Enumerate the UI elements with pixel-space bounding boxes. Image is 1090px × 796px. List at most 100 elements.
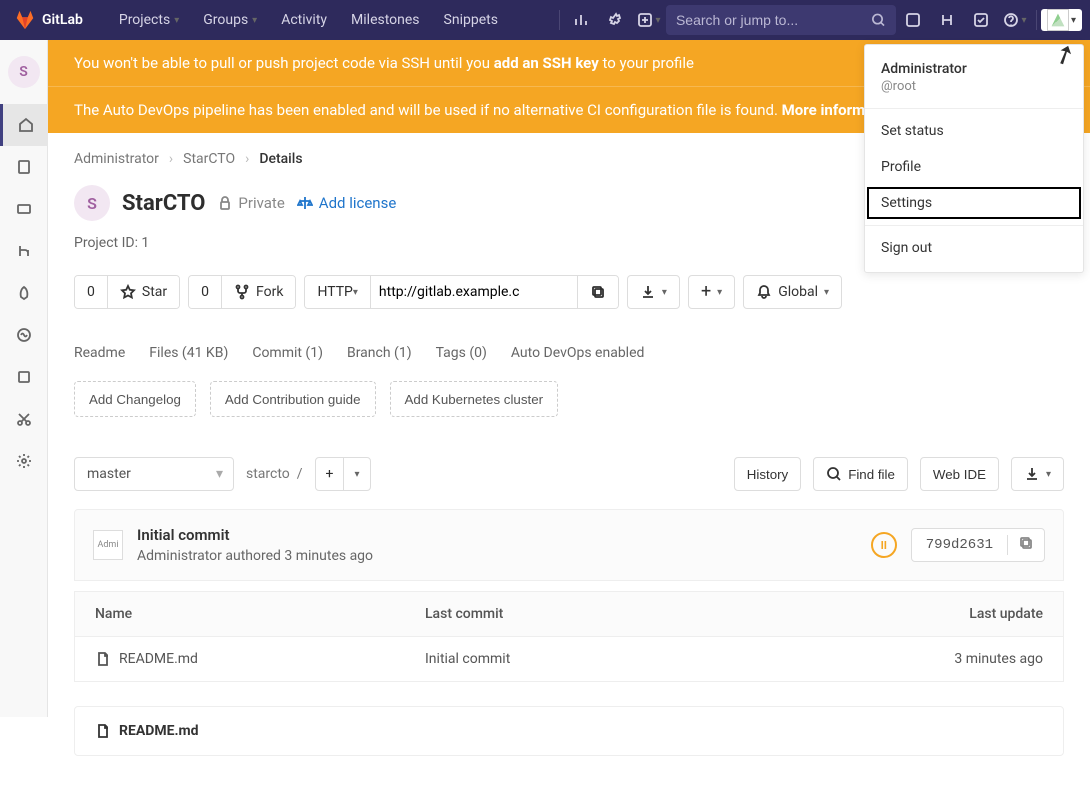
notification-button[interactable]: Global ▾ bbox=[743, 275, 842, 309]
branch-select[interactable]: master▾ bbox=[74, 457, 234, 491]
rail-registry[interactable] bbox=[0, 356, 48, 398]
nav-milestones[interactable]: Milestones bbox=[339, 0, 432, 40]
col-last-commit: Last commit bbox=[425, 606, 883, 622]
star-count: 0 bbox=[75, 276, 107, 308]
user-dropdown-menu: Administrator @root Set status Profile S… bbox=[864, 44, 1084, 273]
repo-crumb[interactable]: starcto / bbox=[246, 466, 303, 482]
readme-title: README.md bbox=[119, 723, 199, 739]
top-navbar: GitLab Projects ▾ Groups ▾ Activity Mile… bbox=[0, 0, 1090, 40]
copy-sha-button[interactable] bbox=[1007, 535, 1044, 555]
user-avatar-button[interactable]: ▾ bbox=[1041, 9, 1082, 31]
add-license-link[interactable]: Add license bbox=[297, 194, 397, 212]
project-avatar-rail[interactable]: S bbox=[8, 56, 40, 88]
nav-snippets[interactable]: Snippets bbox=[432, 0, 510, 40]
merge-icon bbox=[16, 243, 32, 259]
add-kubernetes-button[interactable]: Add Kubernetes cluster bbox=[390, 381, 559, 417]
star-group: 0 Star bbox=[74, 275, 180, 309]
clone-group: HTTP ▾ bbox=[304, 275, 618, 309]
download-button[interactable]: ▾ bbox=[627, 275, 680, 309]
commit-author-line: Administrator authored 3 minutes ago bbox=[137, 548, 373, 564]
package-icon bbox=[16, 369, 32, 385]
project-meta: Readme Files (41 KB) Commit (1) Branch (… bbox=[74, 345, 1064, 361]
file-icon bbox=[95, 723, 111, 739]
fork-button[interactable]: Fork bbox=[221, 276, 295, 308]
gitlab-logo[interactable]: GitLab bbox=[14, 9, 83, 31]
rail-home[interactable] bbox=[0, 104, 48, 146]
ops-icon bbox=[16, 327, 32, 343]
nav-help-icon[interactable]: ▾ bbox=[998, 0, 1032, 40]
search-icon bbox=[871, 12, 886, 28]
breadcrumb-current: Details bbox=[259, 151, 302, 167]
commit-sha[interactable]: 799d2631 bbox=[912, 537, 1007, 553]
fork-count: 0 bbox=[189, 276, 221, 308]
rail-repo[interactable] bbox=[0, 146, 48, 188]
rail-settings[interactable] bbox=[0, 440, 48, 482]
brand-text: GitLab bbox=[42, 12, 83, 28]
meta-commit[interactable]: Commit (1) bbox=[252, 345, 323, 361]
search-box[interactable] bbox=[666, 5, 896, 35]
menu-profile[interactable]: Profile bbox=[865, 149, 1083, 185]
add-button[interactable]: + ▾ bbox=[688, 275, 735, 309]
menu-set-status[interactable]: Set status bbox=[865, 113, 1083, 149]
file-last-commit: Initial commit bbox=[425, 651, 883, 667]
home-icon bbox=[18, 117, 34, 133]
col-last-update: Last update bbox=[883, 606, 1043, 622]
menu-sign-out[interactable]: Sign out bbox=[865, 230, 1083, 266]
menu-settings[interactable]: Settings bbox=[865, 185, 1083, 221]
web-ide-button[interactable]: Web IDE bbox=[920, 457, 999, 491]
breadcrumb-admin[interactable]: Administrator bbox=[74, 151, 159, 167]
file-name: README.md bbox=[119, 651, 198, 667]
commit-author-avatar: Admi bbox=[93, 530, 123, 560]
breadcrumb-project[interactable]: StarCTO bbox=[183, 151, 235, 167]
readme-preview: README.md bbox=[74, 706, 1064, 756]
history-button[interactable]: History bbox=[734, 457, 801, 491]
search-input[interactable] bbox=[676, 12, 871, 28]
meta-tags[interactable]: Tags (0) bbox=[436, 345, 487, 361]
commit-title[interactable]: Initial commit bbox=[137, 526, 373, 544]
file-table: Name Last commit Last update README.md I… bbox=[74, 591, 1064, 682]
meta-devops[interactable]: Auto DevOps enabled bbox=[511, 345, 645, 361]
copy-url-button[interactable] bbox=[577, 276, 618, 308]
meta-branch[interactable]: Branch (1) bbox=[347, 345, 412, 361]
clone-url-input[interactable] bbox=[379, 276, 569, 308]
scissors-icon bbox=[16, 411, 32, 427]
add-ssh-key-link[interactable]: add an SSH key bbox=[494, 54, 599, 72]
nav-projects[interactable]: Projects ▾ bbox=[107, 0, 191, 40]
nav-issues-icon[interactable] bbox=[896, 0, 930, 40]
repo-add-caret[interactable]: ▾ bbox=[344, 458, 369, 490]
add-contribution-button[interactable]: Add Contribution guide bbox=[210, 381, 376, 417]
rail-ops[interactable] bbox=[0, 314, 48, 356]
rail-issues[interactable] bbox=[0, 188, 48, 230]
find-file-button[interactable]: Find file bbox=[813, 457, 908, 491]
user-username: @root bbox=[881, 79, 1067, 94]
issues-icon bbox=[16, 201, 32, 217]
nav-plus-icon[interactable]: ▾ bbox=[632, 0, 666, 40]
meta-files[interactable]: Files (41 KB) bbox=[149, 345, 228, 361]
commit-sha-box: 799d2631 bbox=[911, 528, 1045, 562]
fork-icon bbox=[234, 284, 250, 300]
file-icon bbox=[95, 651, 111, 667]
file-last-update: 3 minutes ago bbox=[883, 651, 1043, 667]
star-icon bbox=[120, 284, 136, 300]
project-actions: 0 Star 0 Fork HTTP ▾ ▾ + ▾ bbox=[74, 275, 1064, 309]
repo-add-button[interactable]: + bbox=[316, 458, 345, 490]
col-name: Name bbox=[95, 606, 425, 622]
visibility-badge: Private bbox=[217, 194, 284, 212]
protocol-select[interactable]: HTTP ▾ bbox=[305, 276, 369, 308]
download-source-button[interactable]: ▾ bbox=[1011, 457, 1064, 491]
nav-activity[interactable]: Activity bbox=[269, 0, 339, 40]
nav-todo-icon[interactable] bbox=[964, 0, 998, 40]
nav-stats-icon[interactable] bbox=[564, 0, 598, 40]
rail-snippets[interactable] bbox=[0, 398, 48, 440]
add-changelog-button[interactable]: Add Changelog bbox=[74, 381, 196, 417]
star-button[interactable]: Star bbox=[107, 276, 179, 308]
nav-admin-icon[interactable] bbox=[598, 0, 632, 40]
rail-ci[interactable] bbox=[0, 272, 48, 314]
rail-mr[interactable] bbox=[0, 230, 48, 272]
nav-groups[interactable]: Groups ▾ bbox=[191, 0, 269, 40]
readme-header: README.md bbox=[75, 707, 1063, 755]
file-row[interactable]: README.md Initial commit 3 minutes ago bbox=[75, 636, 1063, 681]
pipeline-status-badge[interactable]: II bbox=[871, 532, 897, 558]
meta-readme[interactable]: Readme bbox=[74, 345, 125, 361]
nav-mr-icon[interactable] bbox=[930, 0, 964, 40]
